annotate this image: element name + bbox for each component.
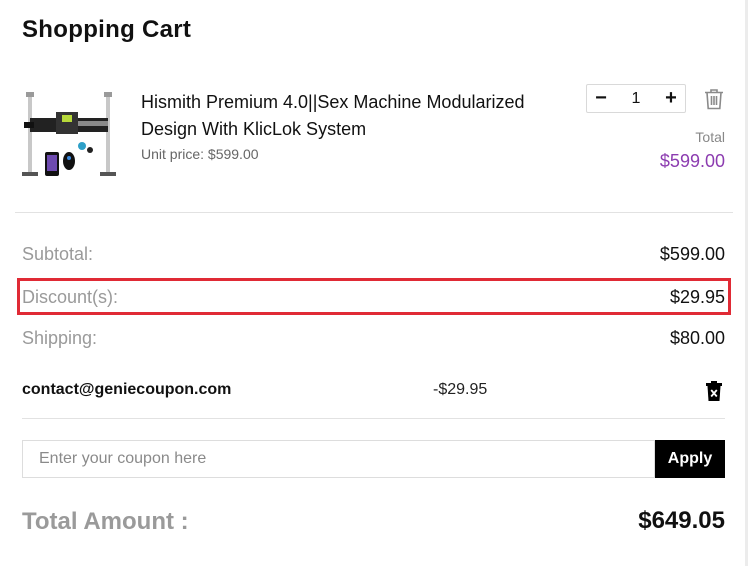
applied-coupon-amount: -$29.95	[433, 381, 488, 398]
shipping-value: $80.00	[669, 328, 725, 348]
product-image[interactable]	[20, 88, 130, 183]
divider	[15, 212, 733, 213]
delete-coupon-icon[interactable]	[706, 381, 722, 401]
shipping-row: Shipping: $80.00	[22, 328, 725, 349]
discount-row: Discount(s): $29.95	[22, 287, 725, 308]
increase-quantity-button[interactable]: +	[657, 85, 685, 112]
quantity-stepper: − 1 +	[586, 84, 686, 113]
product-name[interactable]: Hismith Premium 4.0||Sex Machine Modular…	[141, 89, 561, 143]
quantity-value[interactable]: 1	[632, 90, 641, 108]
shipping-label: Shipping:	[22, 328, 98, 348]
subtotal-value: $599.00	[659, 244, 725, 264]
item-total-value: $599.00	[659, 151, 725, 171]
item-total-label: Total	[695, 129, 725, 145]
applied-coupon-code: contact@geniecoupon.com	[22, 381, 232, 398]
subtotal-row: Subtotal: $599.00	[22, 244, 725, 265]
trash-icon[interactable]	[703, 88, 725, 110]
subtotal-label: Subtotal:	[22, 244, 94, 264]
divider	[22, 418, 725, 419]
discount-value: $29.95	[669, 287, 725, 307]
apply-coupon-button[interactable]: Apply	[655, 440, 725, 478]
applied-coupon-row: contact@geniecoupon.com -$29.95	[22, 381, 725, 403]
discount-label: Discount(s):	[22, 287, 119, 307]
total-amount-value: $649.05	[638, 507, 725, 534]
unit-price: Unit price: $599.00	[141, 146, 259, 162]
page-title: Shopping Cart	[22, 16, 192, 43]
total-amount-label: Total Amount :	[22, 508, 189, 535]
coupon-input[interactable]	[22, 440, 655, 478]
decrease-quantity-button[interactable]: −	[587, 85, 615, 112]
